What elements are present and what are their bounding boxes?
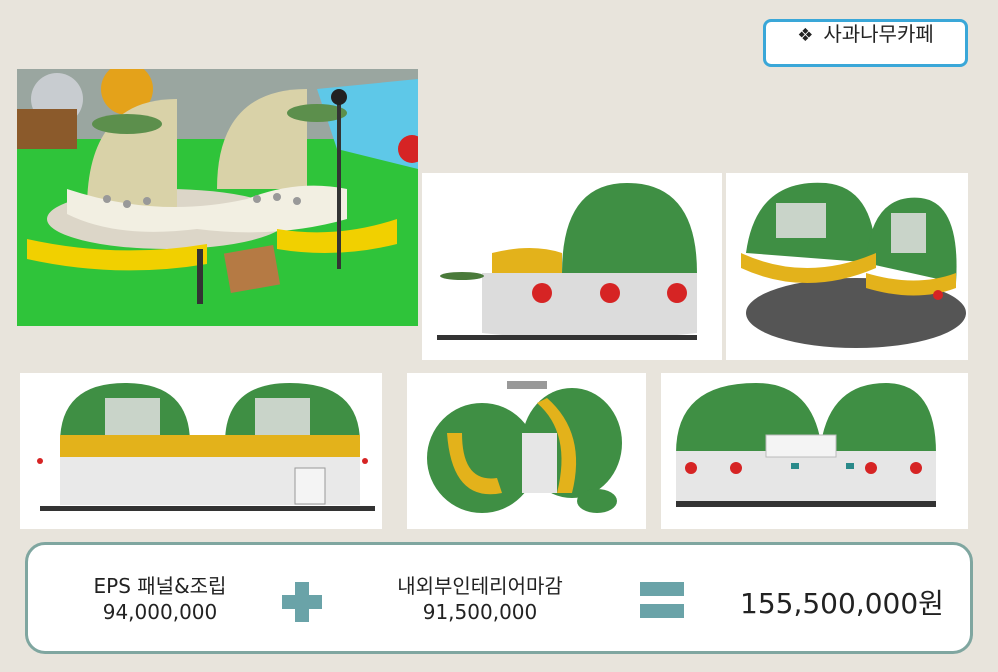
interior-finish-value: 91,500,000 xyxy=(422,600,538,624)
diamond-bullet-icon: ❖ xyxy=(797,25,814,46)
title-box: ❖ 사과나무카페 xyxy=(763,19,968,67)
site-render-aerial xyxy=(17,69,418,326)
isometric-top-view xyxy=(726,173,968,360)
site-render-illustration xyxy=(17,69,418,326)
plus-icon xyxy=(282,582,322,622)
front-elevation-illustration xyxy=(20,373,382,529)
rear-elevation-view xyxy=(661,373,968,529)
interior-finish-label: 내외부인테리어마감 xyxy=(397,574,563,598)
rear-elevation-illustration xyxy=(661,373,968,529)
front-elevation-view xyxy=(20,373,382,529)
interior-finish-cost: 내외부인테리어마감 91,500,000 xyxy=(360,573,600,625)
plan-top-view xyxy=(407,373,646,529)
total-cost: 155,500,000원 xyxy=(740,587,944,620)
page-title: 사과나무카페 xyxy=(823,22,934,46)
isometric-illustration xyxy=(726,173,968,360)
eps-panel-cost: EPS 패널&조립 94,000,000 xyxy=(70,573,250,625)
side-elevation-view xyxy=(422,173,722,360)
plan-illustration xyxy=(407,373,646,529)
eps-panel-value: 94,000,000 xyxy=(102,600,218,624)
eps-panel-label: EPS 패널&조립 xyxy=(93,574,227,598)
equals-icon xyxy=(640,582,684,618)
side-elevation-illustration xyxy=(422,173,722,360)
